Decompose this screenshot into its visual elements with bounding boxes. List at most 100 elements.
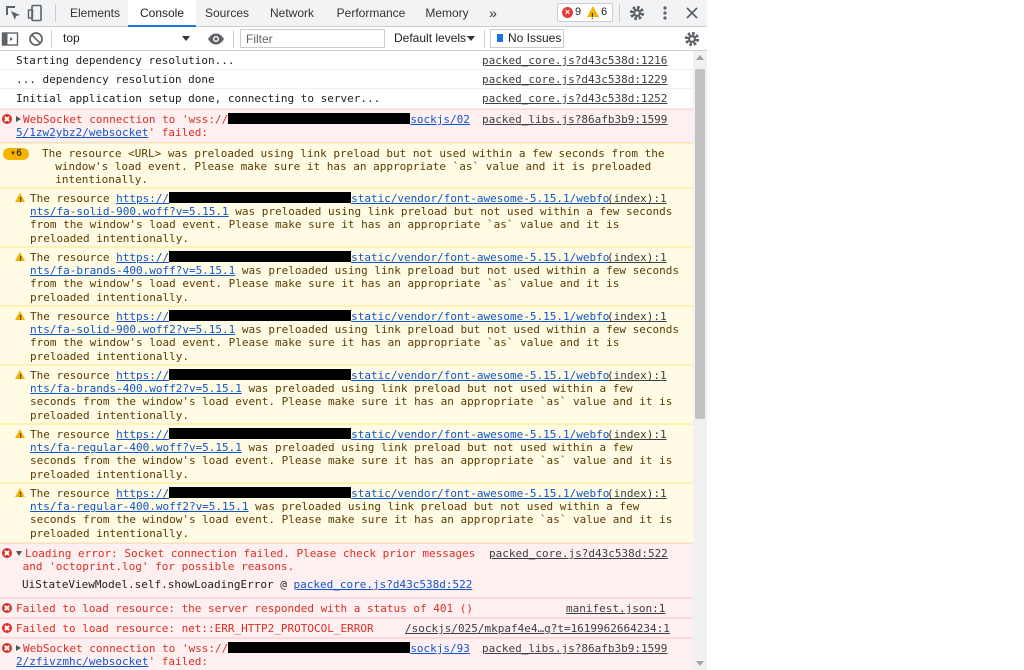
- warning-icon: [15, 193, 25, 207]
- more-tabs-button[interactable]: »: [482, 0, 504, 26]
- source-link[interactable]: (index):1: [607, 428, 667, 441]
- source-link[interactable]: packed_core.js?d43c538d:1229: [482, 73, 667, 86]
- tab-performance[interactable]: Performance: [326, 0, 416, 26]
- console-messages: Starting dependency resolution... packed…: [0, 51, 693, 670]
- execution-context-select[interactable]: top: [56, 29, 194, 48]
- sidebar-toggle-icon[interactable]: [1, 30, 19, 48]
- log-levels-value: Default levels: [394, 31, 467, 45]
- scroll-down-arrow-icon[interactable]: [696, 661, 704, 666]
- warning-message: The resource https://static/vendor/font-…: [0, 306, 693, 365]
- resource-link[interactable]: https://static/vendor/font-awesome-5.15.…: [116, 428, 609, 441]
- console-settings-gear-icon[interactable]: [683, 30, 701, 48]
- separator: [55, 4, 56, 22]
- resource-link[interactable]: nts/fa-regular-400.woff2?v=5.15.1: [30, 500, 249, 513]
- devtools-tab-bar: Elements Console Sources Network Perform…: [0, 0, 707, 27]
- resource-link[interactable]: nts/fa-regular-400.woff?v=5.15.1: [30, 441, 242, 454]
- log-message: Starting dependency resolution... packed…: [0, 51, 693, 70]
- error-icon: [2, 623, 12, 633]
- redacted-block: [169, 251, 352, 262]
- stack-trace: UiStateViewModel.self.showLoadingError @…: [22, 578, 473, 591]
- collapse-triangle-icon[interactable]: [16, 551, 22, 556]
- vertical-scrollbar[interactable]: [693, 51, 707, 670]
- chevron-down-icon: [182, 36, 190, 41]
- warning-message: The resource https://static/vendor/font-…: [0, 188, 693, 247]
- console-toolbar: top Default levels No Issues: [0, 27, 707, 51]
- issues-button[interactable]: No Issues: [490, 29, 564, 48]
- kebab-menu-icon[interactable]: [656, 4, 674, 22]
- tab-network[interactable]: Network: [258, 0, 326, 26]
- source-link[interactable]: packed_libs.js?86afb3b9:1599: [482, 113, 667, 126]
- error-text[interactable]: WebSocket connection to 'wss://sockjs/02…: [16, 113, 470, 139]
- source-link[interactable]: (index):1: [607, 369, 667, 382]
- resource-link[interactable]: nts/fa-solid-900.woff2?v=5.15.1: [30, 323, 235, 336]
- source-link[interactable]: (index):1: [607, 310, 667, 323]
- error-count: 9: [575, 6, 582, 18]
- redacted-block: [169, 428, 352, 439]
- source-link[interactable]: packed_core.js?d43c538d:522: [489, 547, 668, 560]
- error-message: Failed to load resource: net::ERR_HTTP2_…: [0, 618, 693, 638]
- resource-link[interactable]: https://static/vendor/font-awesome-5.15.…: [116, 192, 609, 205]
- error-message: Loading error: Socket connection failed.…: [0, 543, 693, 598]
- settings-gear-icon[interactable]: [628, 4, 646, 22]
- tab-sources[interactable]: Sources: [196, 0, 258, 26]
- source-link[interactable]: (index):1: [607, 251, 667, 264]
- error-count-icon: ×: [562, 7, 573, 18]
- issue-counts-badge[interactable]: × 9 ! 6: [557, 3, 613, 22]
- resource-link[interactable]: nts/fa-brands-400.woff2?v=5.15.1: [30, 382, 242, 395]
- error-message: Failed to load resource: the server resp…: [0, 598, 693, 618]
- source-link[interactable]: packed_core.js?d43c538d:1252: [482, 92, 667, 105]
- blank-page-area: [707, 0, 1024, 670]
- error-text[interactable]: WebSocket connection to 'wss://sockjs/93…: [16, 642, 470, 668]
- warning-count: 6: [601, 6, 608, 18]
- separator: [51, 30, 52, 48]
- filter-input[interactable]: [240, 29, 385, 48]
- tab-memory[interactable]: Memory: [416, 0, 478, 26]
- warning-icon: [15, 370, 25, 384]
- resource-link[interactable]: nts/fa-brands-400.woff?v=5.15.1: [30, 264, 235, 277]
- error-icon: [2, 603, 12, 613]
- warning-icon: [15, 429, 25, 443]
- error-message: WebSocket connection to 'wss://sockjs/93…: [0, 638, 693, 670]
- redacted-block: [228, 113, 411, 124]
- expand-triangle-icon[interactable]: [16, 116, 21, 122]
- resource-link[interactable]: https://static/vendor/font-awesome-5.15.…: [116, 487, 609, 500]
- scrollbar-thumb[interactable]: [695, 69, 705, 419]
- source-link[interactable]: (index):1: [607, 487, 667, 500]
- warning-text: The resource https://static/vendor/font-…: [30, 251, 680, 304]
- log-levels-dropdown[interactable]: Default levels: [392, 29, 480, 48]
- scroll-up-arrow-icon[interactable]: [696, 55, 704, 60]
- error-icon: [2, 643, 12, 653]
- redacted-block: [169, 310, 352, 321]
- clear-console-icon[interactable]: [27, 30, 45, 48]
- device-toolbar-icon[interactable]: [27, 4, 45, 22]
- source-link[interactable]: (index):1: [607, 192, 667, 205]
- error-text[interactable]: Loading error: Socket connection failed.…: [16, 547, 475, 573]
- redacted-block: [169, 369, 352, 380]
- separator: [484, 30, 485, 48]
- tab-console[interactable]: Console: [128, 0, 196, 27]
- warning-message: The resource https://static/vendor/font-…: [0, 483, 693, 543]
- inspect-element-icon[interactable]: [4, 4, 22, 22]
- log-text: ... dependency resolution done: [16, 73, 215, 86]
- resource-link[interactable]: nts/fa-solid-900.woff?v=5.15.1: [30, 205, 229, 218]
- separator: [233, 30, 234, 48]
- warning-message: The resource https://static/vendor/font-…: [0, 424, 693, 483]
- resource-link[interactable]: https://static/vendor/font-awesome-5.15.…: [116, 310, 609, 323]
- source-link[interactable]: packed_libs.js?86afb3b9:1599: [482, 642, 667, 655]
- warning-group[interactable]: ▾6 The resource <URL> was preloaded usin…: [0, 143, 693, 188]
- stack-source-link[interactable]: packed_core.js?d43c538d:522: [294, 578, 473, 591]
- tab-elements[interactable]: Elements: [62, 0, 128, 26]
- source-link[interactable]: packed_core.js?d43c538d:1216: [482, 54, 667, 67]
- live-expression-eye-icon[interactable]: [207, 30, 225, 48]
- devtools-panel: Elements Console Sources Network Perform…: [0, 0, 707, 670]
- redacted-block: [169, 192, 352, 203]
- resource-link[interactable]: https://static/vendor/font-awesome-5.15.…: [116, 369, 609, 382]
- source-link[interactable]: /sockjs/025/mkpaf4e4…g?t=1619962664234:1: [405, 622, 670, 635]
- error-icon: [2, 114, 12, 124]
- expand-triangle-icon[interactable]: [16, 645, 21, 651]
- resource-link[interactable]: https://static/vendor/font-awesome-5.15.…: [116, 251, 609, 264]
- source-link[interactable]: manifest.json:1: [566, 602, 665, 615]
- redacted-block: [169, 487, 352, 498]
- error-text: Failed to load resource: the server resp…: [16, 602, 473, 615]
- close-icon[interactable]: [683, 4, 701, 22]
